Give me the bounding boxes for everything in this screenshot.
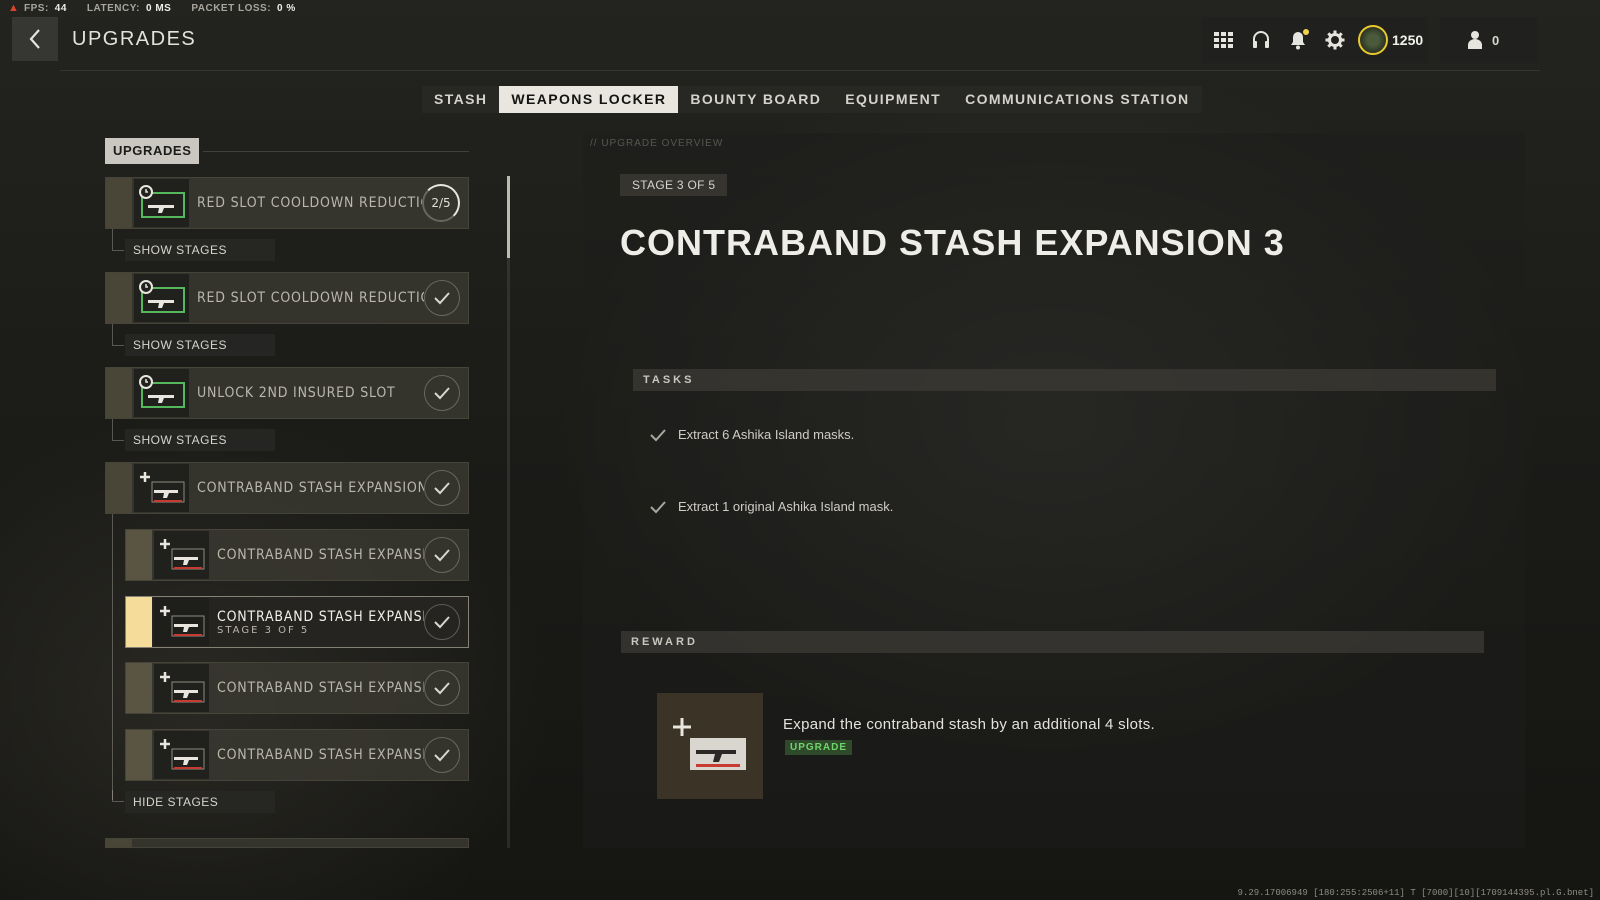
stage-name: CONTRABAND STASH EXPANSIO xyxy=(217,680,424,696)
stage-badge: STAGE 3 OF 5 xyxy=(620,174,728,196)
upgrade-item[interactable]: CONTRABAND STASH EXPANSION 1 xyxy=(105,462,469,514)
rifle-clock-icon xyxy=(134,274,189,322)
task-row: Extract 1 original Ashika Island mask. xyxy=(650,499,893,514)
hide-stages-button[interactable]: HIDE STAGES xyxy=(125,791,275,813)
gear-icon[interactable] xyxy=(1321,27,1348,54)
tab-weapons-locker[interactable]: WEAPONS LOCKER xyxy=(499,86,679,113)
bell-icon[interactable] xyxy=(1284,27,1311,54)
build-info: 9.29.17006949 [180:255:2506+11] T [7000]… xyxy=(1237,888,1594,898)
stage-item[interactable]: CONTRABAND STASH EXPANSIO xyxy=(125,729,469,781)
header-divider xyxy=(60,70,1540,71)
flame-icon: ▲ xyxy=(8,2,20,14)
tab-stash[interactable]: STASH xyxy=(422,86,499,113)
check-icon xyxy=(424,537,460,573)
tab-bar: STASH WEAPONS LOCKER BOUNTY BOARD EQUIPM… xyxy=(422,86,1202,113)
header-icon-bar: 1250 xyxy=(1202,17,1428,63)
section-divider xyxy=(203,151,469,152)
cp-balance: 1250 xyxy=(1392,32,1424,48)
check-icon xyxy=(424,670,460,706)
rifle-clock-icon xyxy=(134,179,189,227)
rifle-plus-icon xyxy=(134,464,189,512)
upgrade-item[interactable]: RED SLOT COOLDOWN REDUCTION 2 2/5 xyxy=(105,177,469,229)
notification-dot xyxy=(1303,28,1309,35)
check-icon xyxy=(650,428,666,441)
rifle-plus-icon xyxy=(673,718,746,770)
upgrade-name: RED SLOT COOLDOWN REDUCTION 2 xyxy=(197,195,422,211)
progress-ring: 2/5 xyxy=(422,184,460,222)
upgrade-name: RED SLOT COOLDOWN REDUCTION 1 xyxy=(197,290,424,306)
check-icon xyxy=(424,737,460,773)
show-stages-button[interactable]: SHOW STAGES xyxy=(125,334,275,356)
headset-icon[interactable] xyxy=(1247,27,1274,54)
upgrade-name: UNLOCK 2ND INSURED SLOT xyxy=(197,385,396,401)
chevron-left-icon xyxy=(29,29,40,49)
friends-icon xyxy=(1468,31,1482,49)
scrollbar-thumb[interactable] xyxy=(507,176,510,258)
check-icon xyxy=(424,604,460,640)
panel-caption: // UPGRADE OVERVIEW xyxy=(590,138,724,149)
rifle-plus-icon xyxy=(154,598,209,646)
latency-label: LATENCY: xyxy=(86,2,140,14)
check-icon xyxy=(424,470,460,506)
check-icon xyxy=(650,500,666,513)
latency-value: 0 MS xyxy=(145,2,172,14)
rifle-plus-icon xyxy=(154,664,209,712)
back-button[interactable] xyxy=(12,17,58,61)
task-text: Extract 1 original Ashika Island mask. xyxy=(678,499,894,514)
reward-type-badge: UPGRADE xyxy=(785,740,853,755)
tab-equipment[interactable]: EQUIPMENT xyxy=(833,86,953,113)
avatar[interactable] xyxy=(1358,25,1388,55)
upgrade-item-partial[interactable] xyxy=(105,838,469,848)
rifle-clock-icon xyxy=(134,369,189,417)
stage-name: CONTRABAND STASH EXPANSIO xyxy=(217,547,424,563)
stage-name: CONTRABAND STASH EXPANSIO xyxy=(217,747,424,763)
tab-communications-station[interactable]: COMMUNICATIONS STATION xyxy=(953,86,1201,113)
check-icon xyxy=(424,280,460,316)
reward-header: REWARD xyxy=(621,631,1484,653)
show-stages-button[interactable]: SHOW STAGES xyxy=(125,429,275,451)
fps-value: 44 xyxy=(54,2,67,14)
reward-description: Expand the contraband stash by an additi… xyxy=(783,716,1155,733)
scrollbar-track[interactable] xyxy=(507,176,510,848)
packet-loss-label: PACKET LOSS: xyxy=(191,2,272,14)
grid-menu-icon[interactable] xyxy=(1210,27,1237,54)
stage-item[interactable]: CONTRABAND STASH EXPANSIO xyxy=(125,662,469,714)
reward-thumbnail xyxy=(657,693,763,799)
tasks-header: TASKS xyxy=(633,369,1496,391)
check-icon xyxy=(424,375,460,411)
task-text: Extract 6 Ashika Island masks. xyxy=(678,427,855,442)
fps-label: FPS: xyxy=(24,2,49,14)
upgrades-section-header: UPGRADES xyxy=(105,138,200,164)
tab-bounty-board[interactable]: BOUNTY BOARD xyxy=(678,86,833,113)
rifle-plus-icon xyxy=(154,531,209,579)
stage-item[interactable]: CONTRABAND STASH EXPANSIO xyxy=(125,529,469,581)
upgrade-name: CONTRABAND STASH EXPANSION 1 xyxy=(197,480,424,496)
upgrade-item[interactable]: RED SLOT COOLDOWN REDUCTION 1 xyxy=(105,272,469,324)
stage-item-selected[interactable]: CONTRABAND STASH EXPANSIO STAGE 3 OF 5 xyxy=(125,596,469,648)
friends-count: 0 xyxy=(1492,32,1500,48)
friends-button[interactable]: 0 xyxy=(1440,17,1538,63)
network-stats: ▲ FPS: 44 LATENCY: 0 MS PACKET LOSS: 0 % xyxy=(8,1,310,15)
upgrade-item[interactable]: UNLOCK 2ND INSURED SLOT xyxy=(105,367,469,419)
task-row: Extract 6 Ashika Island masks. xyxy=(650,427,854,442)
page-title: UPGRADES xyxy=(72,28,197,50)
upgrade-title: CONTRABAND STASH EXPANSION 3 xyxy=(620,222,1285,263)
stage-subtitle: STAGE 3 OF 5 xyxy=(217,624,310,636)
packet-loss-value: 0 % xyxy=(277,2,296,14)
stage-name: CONTRABAND STASH EXPANSIO xyxy=(217,608,424,625)
rifle-plus-icon xyxy=(154,731,209,779)
show-stages-button[interactable]: SHOW STAGES xyxy=(125,239,275,261)
